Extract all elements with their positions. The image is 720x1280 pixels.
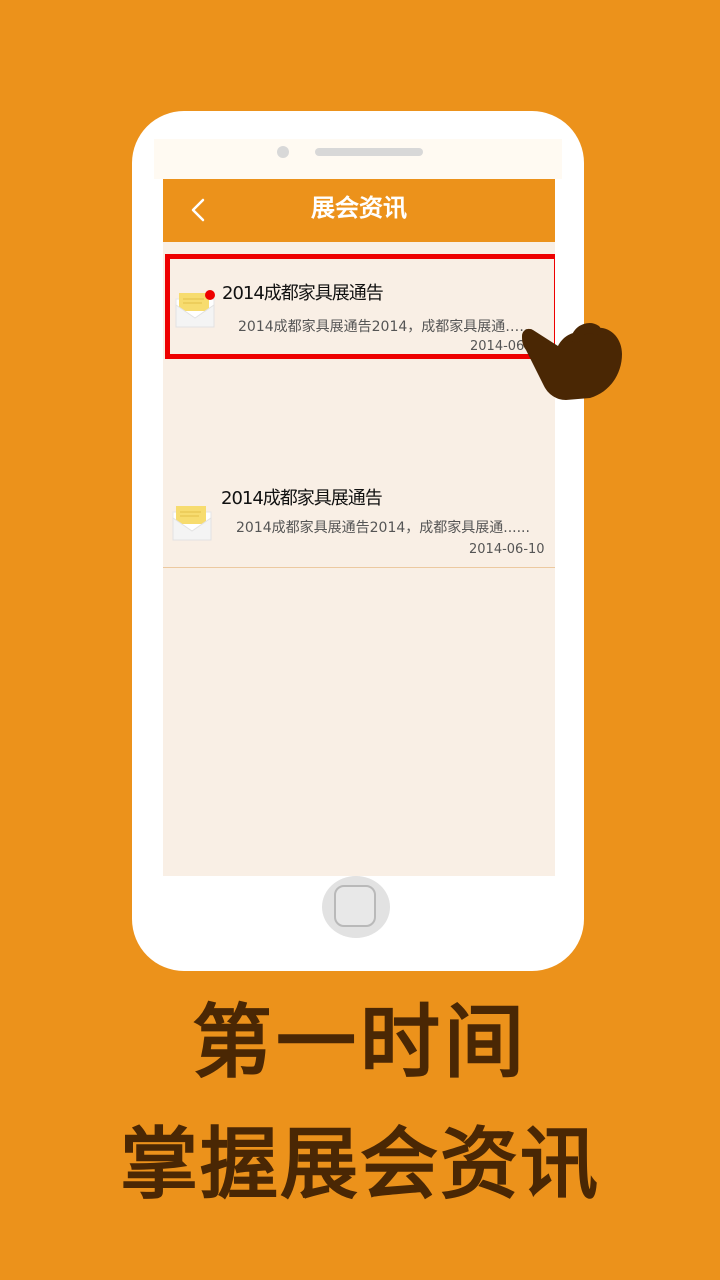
news-list-item-2[interactable]: 2014成都家具展通告 2014成都家具展通告2014，成都家具展通......… (163, 472, 555, 568)
speaker-grille (315, 148, 423, 156)
home-button[interactable] (322, 876, 390, 938)
page-title: 展会资讯 (311, 194, 407, 222)
phone-top-bezel (154, 139, 562, 179)
promo-caption-line2: 掌握展会资讯 (119, 1120, 600, 1210)
home-button-inner (334, 885, 376, 927)
news-title: 2014成都家具展通告 (221, 488, 383, 509)
news-list-item[interactable]: 2014成都家具展通告 2014成都家具展通告2014，成都家具展通…… 201… (165, 254, 555, 359)
camera-icon (277, 146, 289, 158)
hand-pointer-icon (522, 323, 622, 400)
app-header: 展会资讯 (163, 179, 555, 242)
phone-frame: 展会资讯 2014成都家具展通告 2014成都家具展通告2014，成都家具展通…… (132, 111, 584, 971)
news-title: 2014成都家具展通告 (222, 283, 384, 304)
promo-caption-line1: 第一时间 (192, 996, 528, 1089)
mail-icon (172, 506, 212, 541)
news-date: 2014-06-10 (469, 542, 545, 557)
app-screen: 展会资讯 2014成都家具展通告 2014成都家具展通告2014，成都家具展通…… (163, 179, 555, 876)
news-summary: 2014成都家具展通告2014，成都家具展通…… (238, 319, 534, 335)
news-summary: 2014成都家具展通告2014，成都家具展通...... (236, 520, 530, 536)
unread-dot (205, 290, 215, 300)
